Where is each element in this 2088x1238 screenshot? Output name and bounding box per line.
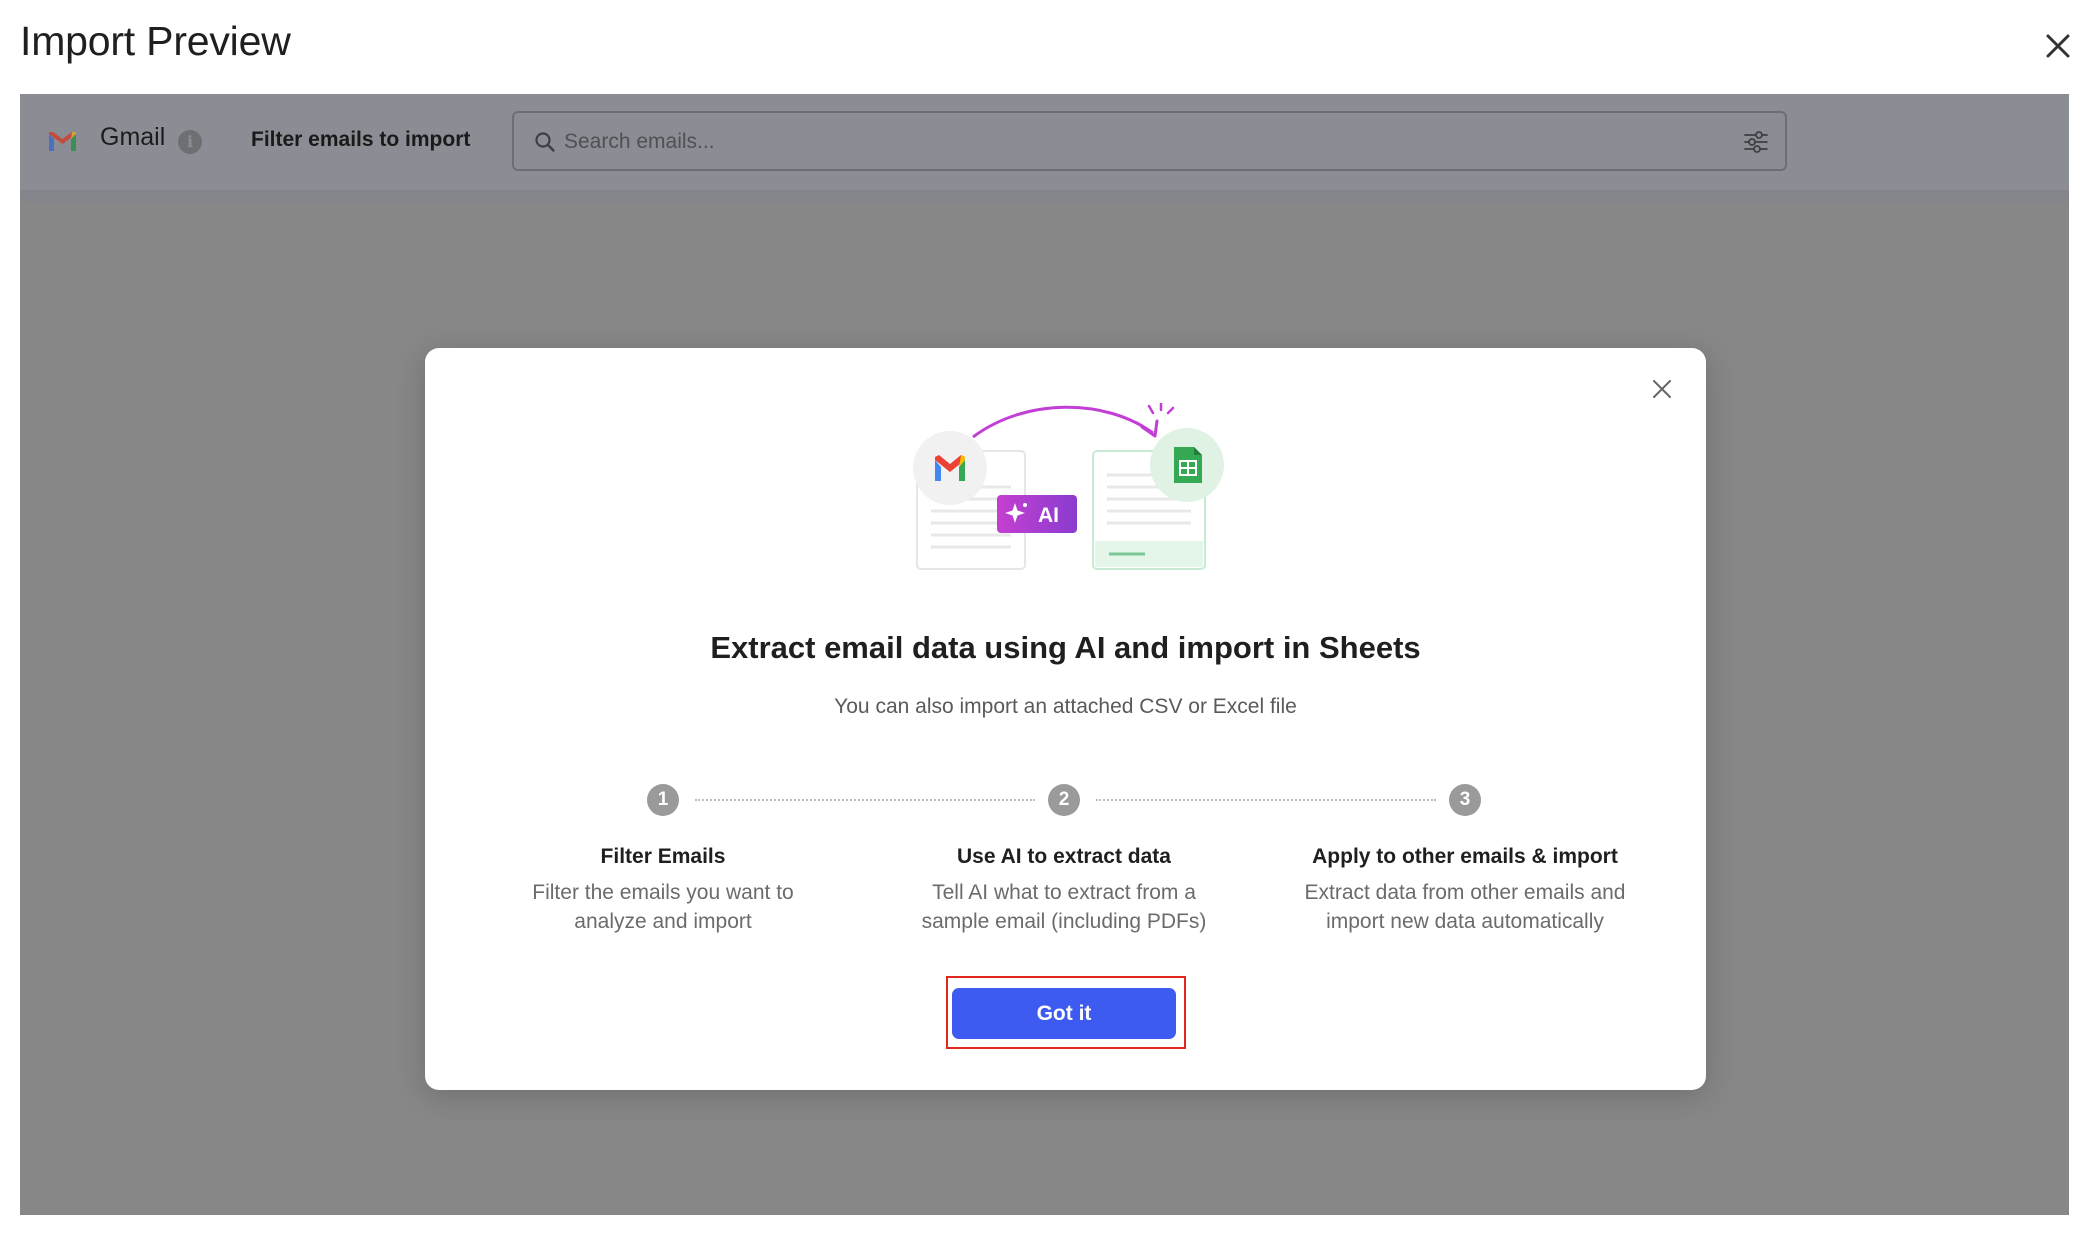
step-connector	[1096, 799, 1436, 801]
search-input[interactable]	[562, 123, 1716, 161]
step-description: Extract data from other emails and impor…	[1265, 878, 1665, 936]
step-number-badge: 2	[1048, 784, 1080, 816]
step-description-line: Tell AI what to extract from a	[932, 881, 1196, 904]
gmail-logo-icon	[49, 132, 76, 151]
step-number-badge: 1	[647, 784, 679, 816]
dialog-header: Import Preview	[0, 0, 2088, 94]
ai-badge: AI	[997, 495, 1077, 533]
step-title: Filter Emails	[600, 845, 726, 868]
step-description: Filter the emails you want to analyze an…	[463, 878, 863, 936]
gmail-circle-icon	[913, 431, 987, 505]
step-number-badge: 3	[1449, 784, 1481, 816]
gmail-to-sheets-illustration: AI	[913, 403, 1224, 570]
search-icon	[535, 132, 555, 152]
transfer-arrow	[972, 405, 1154, 439]
step-connector	[695, 799, 1035, 801]
filter-settings-icon[interactable]	[1742, 128, 1770, 156]
sheets-icon	[1150, 428, 1224, 502]
step-description-line: Filter the emails you want to	[532, 881, 794, 904]
page-title: Import Preview	[20, 18, 291, 64]
ai-badge-label: AI	[1038, 504, 1059, 527]
step-description-line: import new data automatically	[1326, 910, 1604, 933]
step-title: Use AI to extract data	[957, 845, 1171, 868]
step-description-line: sample email (including PDFs)	[921, 910, 1207, 933]
step-description-line: analyze and import	[574, 910, 752, 933]
modal-close-icon[interactable]	[1647, 374, 1677, 404]
info-icon[interactable]: i	[178, 130, 202, 154]
search-box[interactable]	[512, 111, 1787, 171]
filter-label: Filter emails to import	[251, 128, 471, 151]
modal-title: Extract email data using AI and import i…	[710, 630, 1421, 665]
step-description-line: Extract data from other emails and	[1304, 881, 1626, 904]
import-preview-area: Gmail i Filter emails to import Search e…	[20, 94, 2069, 1215]
got-it-button[interactable]: Got it	[952, 988, 1176, 1039]
modal-subtitle: You can also import an attached CSV or E…	[834, 695, 1297, 718]
step-title: Apply to other emails & import	[1312, 845, 1618, 868]
close-icon[interactable]	[2038, 26, 2078, 66]
source-toolbar: Gmail i Filter emails to import	[20, 94, 2069, 202]
onboarding-modal: AI Extract email data using AI and impor…	[425, 348, 1706, 1090]
source-name: Gmail	[100, 123, 166, 151]
step-description: Tell AI what to extract from a sample em…	[864, 878, 1264, 936]
